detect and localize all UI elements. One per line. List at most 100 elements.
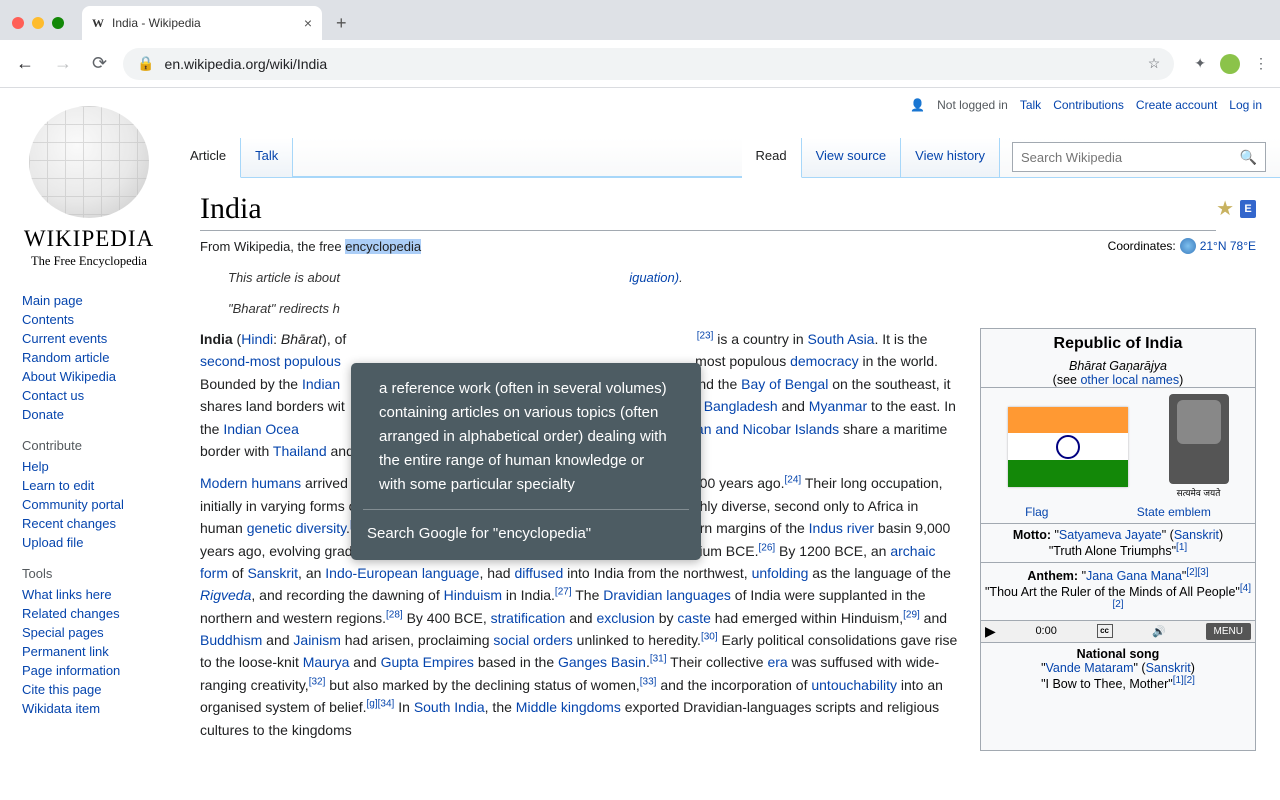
body-link[interactable]: Indus river <box>809 520 874 536</box>
body-link[interactable]: genetic diversity <box>247 520 346 536</box>
body-link[interactable]: Myanmar <box>809 398 867 414</box>
body-link[interactable]: unfolding <box>752 565 809 581</box>
protection-lock-icon[interactable] <box>1240 200 1256 218</box>
flag-image[interactable] <box>1008 407 1128 487</box>
body-link[interactable]: Jainism <box>293 632 340 648</box>
sanskrit-link[interactable]: Sanskrit <box>1174 528 1219 542</box>
body-link[interactable]: second-most populous <box>200 353 341 369</box>
body-link[interactable]: South India <box>414 699 485 715</box>
address-bar[interactable]: 🔒 en.wikipedia.org/wiki/India ☆ <box>123 48 1174 80</box>
coords-link[interactable]: 21°N 78°E <box>1200 239 1256 253</box>
audio-menu[interactable]: MENU <box>1206 623 1251 640</box>
sidebar-item[interactable]: Upload file <box>22 535 83 550</box>
browser-tab[interactable]: W India - Wikipedia × <box>82 6 322 40</box>
tab-view-history[interactable]: View history <box>901 138 1000 177</box>
song-link[interactable]: Vande Mataram <box>1046 661 1134 675</box>
hatnote-1: This article is about___________________… <box>228 270 1256 285</box>
body-link[interactable]: stratification <box>491 610 566 626</box>
body-link[interactable]: Middle kingdoms <box>516 699 621 715</box>
body-link[interactable]: Bangladesh <box>704 398 778 414</box>
window-min[interactable] <box>32 17 44 29</box>
window-close[interactable] <box>12 17 24 29</box>
extensions-icon[interactable]: ✦ <box>1194 55 1206 72</box>
tab-talk[interactable]: Talk <box>241 138 293 177</box>
cc-icon[interactable]: cc <box>1097 624 1113 638</box>
sidebar-item[interactable]: Page information <box>22 663 120 678</box>
bookmark-star-icon[interactable]: ☆ <box>1148 55 1161 72</box>
body-link[interactable]: Indo-European language <box>325 565 479 581</box>
top-talk[interactable]: Talk <box>1020 98 1041 112</box>
back-button[interactable]: ← <box>12 49 38 78</box>
tab-view-source[interactable]: View source <box>802 138 902 177</box>
body-link[interactable]: Hinduism <box>444 587 502 603</box>
search-box[interactable]: 🔍 <box>1012 142 1266 172</box>
sidebar-item[interactable]: Community portal <box>22 497 124 512</box>
tab-title: India - Wikipedia <box>112 16 201 30</box>
body-link[interactable]: Thailand <box>273 443 327 459</box>
close-tab-icon[interactable]: × <box>304 15 312 31</box>
body-link[interactable]: South Asia <box>808 331 875 347</box>
top-create-account[interactable]: Create account <box>1136 98 1217 112</box>
reload-button[interactable]: ⟳ <box>88 49 111 78</box>
emblem-image[interactable] <box>1169 394 1229 484</box>
globe-icon[interactable] <box>1180 238 1196 254</box>
body-link[interactable]: Indian <box>302 376 340 392</box>
sidebar-item[interactable]: Cite this page <box>22 682 102 697</box>
sidebar-item[interactable]: Main page <box>22 293 83 308</box>
body-link[interactable]: Indian Ocea <box>223 421 299 437</box>
flag-link[interactable]: Flag <box>1025 505 1048 519</box>
sidebar-item[interactable]: What links here <box>22 587 112 602</box>
page-title: India <box>200 192 1216 231</box>
tab-read[interactable]: Read <box>742 138 802 178</box>
body-link[interactable]: Maurya <box>303 654 350 670</box>
sidebar-item[interactable]: Contact us <box>22 388 84 403</box>
body-link[interactable]: Gupta Empires <box>381 654 474 670</box>
body-link[interactable]: social orders <box>493 632 572 648</box>
play-icon[interactable]: ▶ <box>985 623 996 640</box>
body-link[interactable]: democracy <box>790 353 858 369</box>
search-icon[interactable]: 🔍 <box>1232 149 1265 166</box>
body-link[interactable]: Rigveda <box>200 587 251 603</box>
volume-icon[interactable]: 🔊 <box>1152 625 1166 638</box>
sidebar-item[interactable]: Learn to edit <box>22 478 94 493</box>
body-link[interactable]: Buddhism <box>200 632 262 648</box>
anthem-link[interactable]: Jana Gana Mana <box>1086 569 1182 583</box>
new-tab-button[interactable]: + <box>326 13 357 34</box>
sidebar-item[interactable]: Random article <box>22 350 109 365</box>
body-link[interactable]: era <box>767 654 787 670</box>
sidebar-item[interactable]: Donate <box>22 407 64 422</box>
top-contributions[interactable]: Contributions <box>1053 98 1124 112</box>
body-link[interactable]: Sanskrit <box>247 565 298 581</box>
body-link[interactable]: Dravidian languages <box>603 587 731 603</box>
other-names-link[interactable]: other local names <box>1080 373 1179 387</box>
body-link[interactable]: Bay of Bengal <box>741 376 828 392</box>
tab-article[interactable]: Article <box>176 138 241 178</box>
sidebar-item[interactable]: Permanent link <box>22 644 109 659</box>
forward-button[interactable]: → <box>50 49 76 78</box>
body-link[interactable]: Ganges Basin <box>558 654 646 670</box>
body-link[interactable]: Hindi <box>241 331 273 347</box>
sidebar-item[interactable]: Recent changes <box>22 516 116 531</box>
body-link[interactable]: untouchability <box>811 677 897 693</box>
menu-icon[interactable]: ⋮ <box>1254 55 1268 72</box>
sidebar-item[interactable]: Current events <box>22 331 107 346</box>
sidebar-item[interactable]: Special pages <box>22 625 104 640</box>
featured-star-icon[interactable]: ★ <box>1216 196 1234 221</box>
motto-link[interactable]: Satyameva Jayate <box>1059 528 1162 542</box>
sidebar-item[interactable]: About Wikipedia <box>22 369 116 384</box>
sidebar-item[interactable]: Help <box>22 459 49 474</box>
extension-icon[interactable] <box>1220 54 1240 74</box>
window-max[interactable] <box>52 17 64 29</box>
wikipedia-logo[interactable] <box>29 106 149 218</box>
sidebar-item[interactable]: Related changes <box>22 606 120 621</box>
sidebar-item[interactable]: Wikidata item <box>22 701 100 716</box>
body-link[interactable]: Modern humans <box>200 475 301 491</box>
body-link[interactable]: caste <box>677 610 710 626</box>
emblem-link[interactable]: State emblem <box>1137 505 1211 519</box>
body-link[interactable]: exclusion <box>596 610 654 626</box>
search-input[interactable] <box>1013 150 1232 165</box>
body-link[interactable]: diffused <box>514 565 563 581</box>
top-login[interactable]: Log in <box>1229 98 1262 112</box>
popup-search-link[interactable]: Search Google for "encyclopedia" <box>351 510 701 560</box>
sidebar-item[interactable]: Contents <box>22 312 74 327</box>
